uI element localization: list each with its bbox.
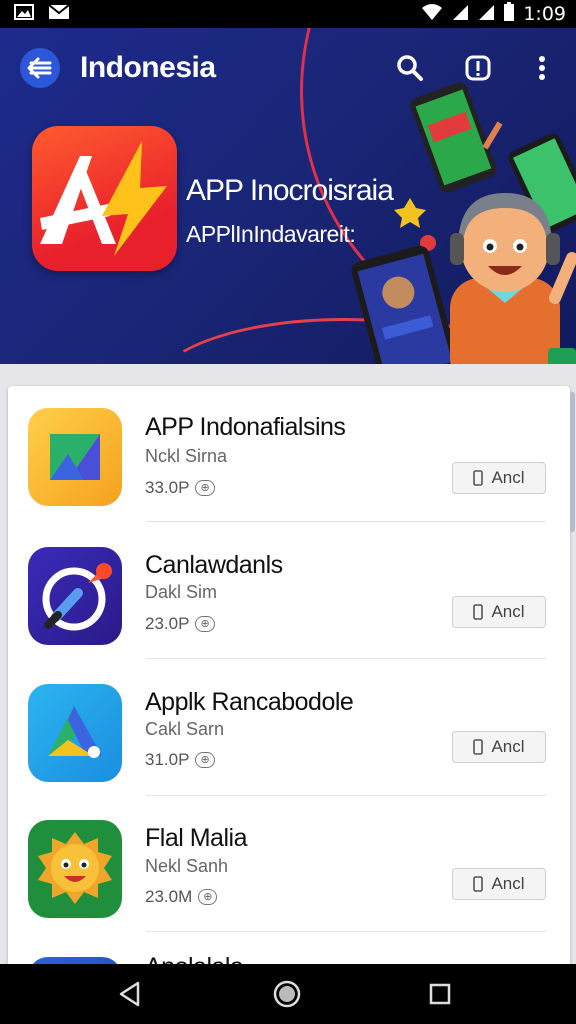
- phone-icon: [473, 604, 484, 620]
- install-button[interactable]: Ancl: [452, 462, 546, 494]
- phone-icon: [473, 470, 484, 486]
- app-size-value: 23.0M: [145, 887, 193, 906]
- app-list: APP Indonafialsins Nckl Sirna 33.0P ⊕ An…: [8, 386, 570, 986]
- gallery-icon: [14, 3, 34, 25]
- phone-icon: [473, 876, 484, 892]
- arrow-back-icon: [27, 57, 52, 79]
- size-badge-icon: ⊕: [195, 480, 215, 496]
- app-size: 23.0M ⊕: [145, 887, 218, 907]
- size-badge-icon: ⊕: [198, 889, 218, 905]
- hero-banner: Indonesia APP Inocroisraia APPlInIndavar…: [0, 28, 576, 364]
- app-developer: Cakl Sarn: [145, 719, 225, 739]
- wifi-icon: [421, 3, 443, 26]
- app-size-value: 23.0P: [145, 614, 190, 633]
- install-button-label: Ancl: [491, 737, 525, 756]
- install-button-label: Ancl: [491, 874, 525, 893]
- list-item[interactable]: Canlawdanls Dakl Sim 23.0P ⊕ Ancl: [8, 523, 570, 659]
- install-button-label: Ancl: [491, 602, 525, 621]
- hero-illustration: [351, 82, 576, 364]
- nav-home-button[interactable]: [271, 978, 303, 1010]
- signal-icon: [451, 3, 469, 26]
- divider: [146, 931, 546, 932]
- app-name: APP Indonafialsins: [145, 413, 346, 441]
- nav-back-button[interactable]: [114, 978, 146, 1010]
- app-icon: [28, 408, 122, 506]
- app-size: 33.0P ⊕: [145, 478, 215, 498]
- app-size-value: 33.0P: [145, 478, 190, 497]
- app-icon: [28, 820, 122, 918]
- divider: [146, 521, 546, 522]
- app-name: Flal Malia: [145, 824, 247, 852]
- app-developer: Nckl Sirna: [145, 446, 228, 466]
- app-developer: Dakl Sim: [145, 582, 218, 602]
- hero-subheadline: APPlInIndavareit:: [186, 221, 356, 247]
- home-circle-icon: [273, 980, 301, 1008]
- navigation-bar: [0, 964, 576, 1024]
- app-name: Canlawdanls: [145, 551, 283, 579]
- status-bar: 1:09: [0, 0, 576, 28]
- app-size-value: 31.0P: [145, 750, 190, 769]
- hero-app-logo: [32, 126, 177, 271]
- app-name: Applk Rancabodole: [145, 688, 354, 716]
- list-item[interactable]: Flal Malia Nekl Sanh 23.0M ⊕ Ancl: [8, 796, 570, 932]
- install-button[interactable]: Ancl: [452, 731, 546, 763]
- battery-icon: [503, 1, 515, 27]
- nav-recents-button[interactable]: [424, 978, 456, 1010]
- app-size: 31.0P ⊕: [145, 750, 215, 770]
- recents-square-icon: [429, 983, 451, 1005]
- notification-icon: [48, 3, 70, 25]
- size-badge-icon: ⊕: [195, 616, 215, 632]
- list-item[interactable]: APP Indonafialsins Nckl Sirna 33.0P ⊕ An…: [8, 386, 570, 522]
- app-icon: [28, 547, 122, 645]
- install-button[interactable]: Ancl: [452, 596, 546, 628]
- size-badge-icon: ⊕: [195, 752, 215, 768]
- app-developer: Nekl Sanh: [145, 856, 229, 876]
- scrollbar[interactable]: [570, 392, 575, 532]
- back-triangle-icon: [119, 981, 140, 1007]
- signal-icon-2: [477, 3, 495, 26]
- back-button[interactable]: [20, 48, 60, 88]
- app-icon: [28, 684, 122, 782]
- app-size: 23.0P ⊕: [145, 614, 215, 634]
- install-button-label: Ancl: [491, 468, 525, 487]
- status-time: 1:09: [523, 3, 566, 25]
- list-item[interactable]: Applk Rancabodole Cakl Sarn 31.0P ⊕ Ancl: [8, 660, 570, 796]
- install-button[interactable]: Ancl: [452, 868, 546, 900]
- page-title: Indonesia: [80, 51, 216, 84]
- phone-icon: [473, 739, 484, 755]
- divider: [146, 658, 546, 659]
